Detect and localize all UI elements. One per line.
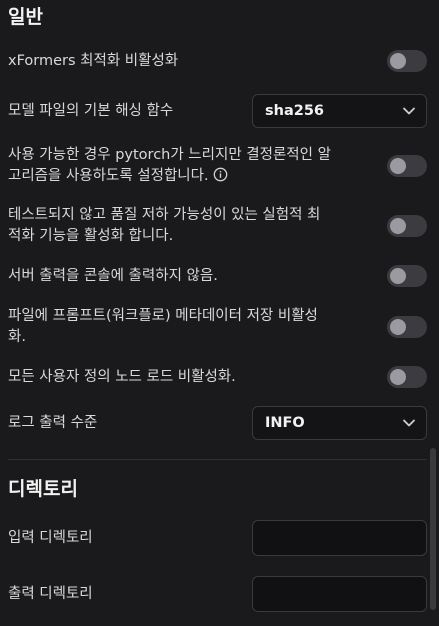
- setting-label: 출력 디렉토리: [8, 585, 93, 602]
- setting-label: 모델 파일의 기본 해싱 함수: [8, 102, 174, 119]
- log-level-select[interactable]: INFO: [252, 406, 427, 440]
- setting-label-line2: 고리즘을 사용하도록 설정합니다.: [8, 168, 209, 184]
- settings-panel: 일반 xFormers 최적화 비활성화 모델 파일의 기본 해싱 함수 sha…: [0, 0, 439, 626]
- setting-label-line1: 테스트되지 않고 품질 저하 가능성이 있는 실험적 최: [8, 206, 321, 223]
- scrollbar[interactable]: [430, 448, 436, 610]
- xformers-toggle[interactable]: [387, 50, 427, 72]
- setting-label: 입력 디렉토리: [8, 529, 93, 546]
- section-divider: [8, 459, 427, 460]
- setting-input-dir: 입력 디렉토리: [8, 510, 427, 566]
- setting-label: 테스트되지 않고 품질 저하 가능성이 있는 실험적 최 적화 기능을 활성화 …: [8, 205, 330, 247]
- setting-custom-nodes: 모든 사용자 정의 노드 로드 비활성화.: [8, 355, 427, 399]
- input-directory-field[interactable]: [252, 520, 427, 556]
- metadata-toggle[interactable]: [387, 316, 427, 338]
- section-title-directory: 디렉토리: [8, 478, 78, 500]
- toggle-knob: [390, 158, 406, 174]
- setting-xformers: xFormers 최적화 비활성화: [8, 34, 427, 88]
- setting-label-line1: 파일에 프롬프트(워크플로) 메타데이터 저장 비활성: [8, 308, 318, 324]
- setting-label: xFormers 최적화 비활성화: [8, 52, 179, 69]
- experimental-toggle[interactable]: [387, 214, 427, 237]
- toggle-knob: [390, 268, 406, 284]
- info-icon[interactable]: [213, 167, 228, 182]
- hash-function-select[interactable]: sha256: [252, 94, 427, 128]
- deterministic-toggle[interactable]: [387, 155, 427, 177]
- setting-metadata: 파일에 프롬프트(워크플로) 메타데이터 저장 비활성 화.: [8, 299, 427, 355]
- section-title-general: 일반: [8, 6, 43, 28]
- setting-console: 서버 출력을 콘솔에 출력하지 않음.: [8, 253, 427, 299]
- chevron-down-icon: [403, 107, 415, 115]
- setting-label: 모든 사용자 정의 노드 로드 비활성화.: [8, 368, 236, 385]
- setting-label-line2: 적화 기능을 활성화 합니다.: [8, 227, 174, 244]
- toggle-knob: [390, 319, 406, 335]
- toggle-knob: [390, 217, 406, 234]
- setting-deterministic: 사용 가능한 경우 pytorch가 느리지만 결정론적인 알 고리즘을 사용하…: [8, 134, 427, 198]
- setting-experimental: 테스트되지 않고 품질 저하 가능성이 있는 실험적 최 적화 기능을 활성화 …: [8, 198, 427, 253]
- toggle-knob: [390, 369, 406, 385]
- setting-log-level: 로그 출력 수준 INFO: [8, 399, 427, 447]
- console-toggle[interactable]: [387, 265, 427, 287]
- setting-label: 로그 출력 수준: [8, 414, 98, 431]
- output-directory-field[interactable]: [252, 576, 427, 612]
- setting-output-dir: 출력 디렉토리: [8, 566, 427, 622]
- select-value: INFO: [265, 415, 305, 431]
- select-value: sha256: [265, 103, 325, 119]
- custom-nodes-toggle[interactable]: [387, 366, 427, 388]
- setting-label: 파일에 프롬프트(워크플로) 메타데이터 저장 비활성 화.: [8, 306, 328, 348]
- chevron-down-icon: [403, 419, 415, 427]
- setting-label: 서버 출력을 콘솔에 출력하지 않음.: [8, 267, 218, 284]
- setting-hash: 모델 파일의 기본 해싱 함수 sha256: [8, 88, 427, 134]
- toggle-knob: [390, 53, 406, 69]
- setting-label-line1: 사용 가능한 경우 pytorch가 느리지만 결정론적인 알: [8, 147, 331, 163]
- setting-label: 사용 가능한 경우 pytorch가 느리지만 결정론적인 알 고리즘을 사용하…: [8, 145, 341, 187]
- setting-label-line2: 화.: [8, 329, 26, 345]
